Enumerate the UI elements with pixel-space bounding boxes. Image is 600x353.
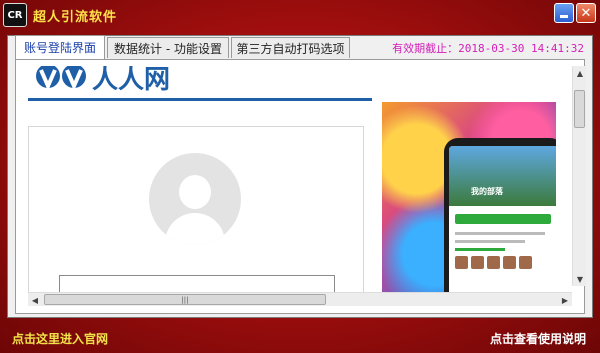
avatar-body: [165, 213, 225, 245]
phone-avatar: [487, 256, 500, 269]
phone-screen: 我的部落: [449, 146, 556, 292]
phone-green-button: [455, 214, 551, 224]
tab-captcha-options[interactable]: 第三方自动打码选项: [231, 37, 350, 58]
main-panel: 账号登陆界面 数据统计 - 功能设置 第三方自动打码选项 有效期截止：2018-…: [7, 35, 593, 318]
app-title: 超人引流软件: [33, 10, 118, 25]
vertical-scrollbar[interactable]: ▲ ▼: [572, 66, 586, 286]
expiry-info: 有效期截止：2018-03-30 14:41:32: [392, 40, 584, 56]
default-avatar-icon: [149, 153, 241, 245]
phone-avatar: [503, 256, 516, 269]
expiry-label: 有效期截止：: [392, 42, 459, 55]
phone-text-line: [455, 240, 525, 243]
app-logo: CR: [3, 3, 27, 27]
avatar-head: [179, 175, 211, 209]
phone-text-line: [455, 248, 505, 251]
expiry-value: 2018-03-30 14:41:32: [458, 42, 584, 55]
tab-strip: 账号登陆界面 数据统计 - 功能设置 第三方自动打码选项 有效期截止：2018-…: [8, 35, 592, 59]
phone-avatar-row: [455, 256, 532, 269]
minimize-icon: [560, 14, 568, 18]
close-icon: ✕: [580, 5, 592, 21]
minimize-button[interactable]: [554, 3, 574, 23]
phone-avatar: [455, 256, 468, 269]
official-site-link[interactable]: 点击这里进入官网: [12, 330, 108, 347]
phone-image: 我的部落: [444, 138, 556, 292]
scroll-left-icon[interactable]: ◀: [28, 293, 42, 307]
scroll-right-icon[interactable]: ▶: [558, 293, 572, 307]
site-logo[interactable]: 人人网: [34, 66, 234, 96]
scroll-down-icon[interactable]: ▼: [573, 272, 587, 286]
tab-account-login[interactable]: 账号登陆界面: [15, 35, 105, 59]
user-guide-link[interactable]: 点击查看使用说明: [490, 330, 586, 347]
scroll-up-icon[interactable]: ▲: [573, 66, 587, 80]
site-logo-text: 人人网: [92, 66, 170, 95]
header-divider: [28, 98, 372, 101]
ad-banner[interactable]: 我的部落: [382, 102, 556, 292]
tab-data-stats-settings[interactable]: 数据统计 - 功能设置: [107, 37, 229, 58]
account-input[interactable]: [59, 275, 335, 292]
phone-text-line: [455, 232, 545, 235]
login-box: [28, 126, 364, 292]
close-button[interactable]: ✕: [576, 3, 596, 23]
horizontal-scrollbar[interactable]: ◀ ||| ▶: [28, 292, 572, 306]
renren-logo-icon: 人人网: [36, 66, 170, 95]
title-bar: CR 超人引流软件 ✕: [0, 0, 600, 30]
phone-avatar: [471, 256, 484, 269]
tab-body: 人人网 我的部落 ▲ ▼ ◀ ||| ▶: [15, 59, 586, 314]
browser-view[interactable]: 人人网 我的部落: [28, 66, 572, 292]
phone-card-title: 我的部落: [471, 187, 503, 196]
phone-photo: [449, 146, 556, 206]
horizontal-scroll-thumb[interactable]: |||: [44, 294, 326, 305]
vertical-scroll-thumb[interactable]: [574, 90, 585, 128]
phone-avatar: [519, 256, 532, 269]
